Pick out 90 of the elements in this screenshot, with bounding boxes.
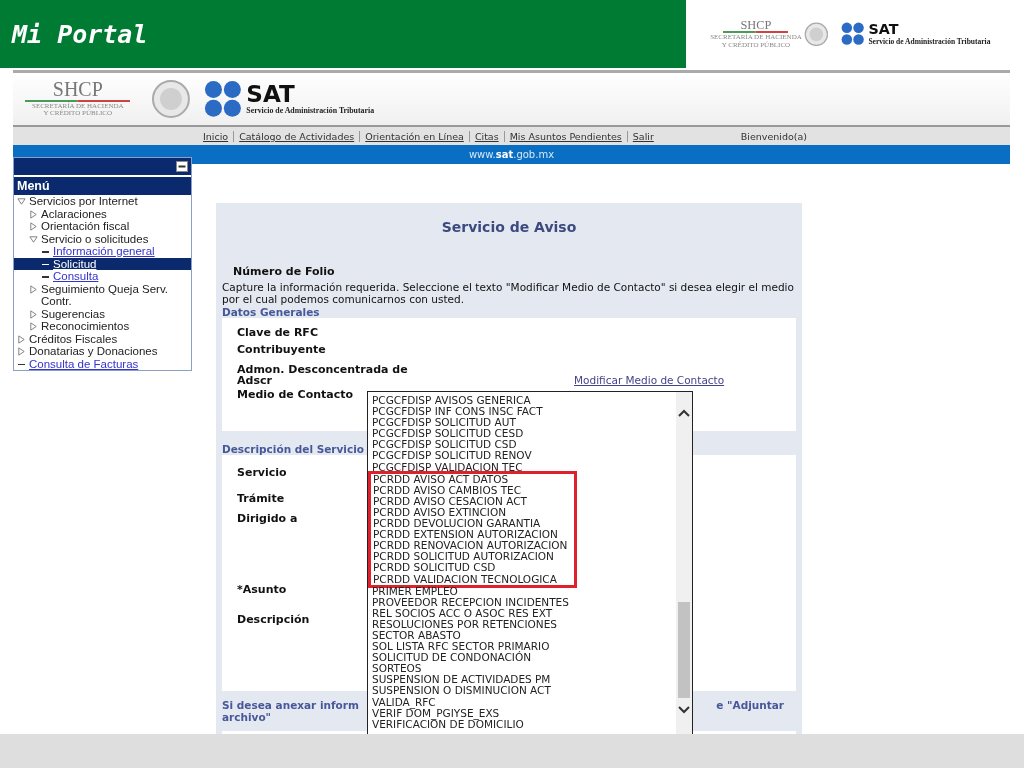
attach-note: e "Adjuntar <box>716 699 784 711</box>
slide-title: Mi Portal <box>12 19 148 49</box>
dropdown-option[interactable]: VERIFICACION DE DOMICILIO <box>370 718 676 730</box>
sat-logo-text: SAT <box>868 22 900 37</box>
dropdown-option[interactable]: SOL LISTA RFC SECTOR PRIMARIO <box>370 641 676 653</box>
seal-icon <box>150 79 191 119</box>
field-label: Admon. Desconcentrada de Adscr <box>237 364 408 386</box>
stripe-icon <box>723 31 789 34</box>
contact-link[interactable]: Modificar Medio de Contacto <box>574 374 725 386</box>
dropdown-option[interactable]: PCRDD VALIDACION TECNOLOGICA <box>371 573 574 585</box>
dash-icon <box>42 276 49 278</box>
collapse-icon[interactable] <box>176 161 188 172</box>
greeting-text: Bienvenido(a) <box>740 130 808 142</box>
menu-item[interactable]: Consulta <box>14 270 191 283</box>
field-label: Descripción <box>237 614 310 625</box>
menu-item[interactable]: Orientación fiscal <box>14 220 191 233</box>
sat-logo-icon <box>204 80 243 118</box>
dropdown-option[interactable]: PCGCFDISP SOLICITUD RENOV <box>370 450 676 462</box>
dash-icon <box>42 263 49 265</box>
scroll-down-icon[interactable] <box>677 705 691 715</box>
nav-link[interactable]: Citas <box>469 130 505 142</box>
menu-item[interactable]: Servicio o solicitudes <box>14 232 191 245</box>
field-label: Dirigido a <box>237 513 298 524</box>
attach-note: Si desea anexar inform archivo" <box>222 699 359 723</box>
scrollbar[interactable] <box>676 392 692 734</box>
menu-item[interactable]: Créditos Fiscales <box>14 332 191 345</box>
dropdown-option[interactable]: PCGCFDISP SOLICITUD CSD <box>370 439 676 451</box>
nav-link[interactable]: Catálogo de Actividades <box>234 130 361 142</box>
shcp-logo-text: SHCP <box>740 18 772 31</box>
menu-title: Menú <box>14 175 191 195</box>
dropdown-option[interactable]: VERIF DOM_PGIYSE_EXS <box>370 707 676 719</box>
menu-item[interactable]: Sugerencias <box>14 307 191 320</box>
shcp-logo-text: SHCP <box>52 79 103 100</box>
menu-item[interactable]: Consulta de Facturas <box>14 357 191 370</box>
field-label: Medio de Contacto <box>237 389 354 400</box>
stripe-icon <box>25 99 131 103</box>
scroll-up-icon[interactable] <box>677 408 691 418</box>
field-label: *Asunto <box>237 584 287 595</box>
menu-item[interactable]: Solicitud <box>14 257 191 270</box>
field-label: Clave de RFC <box>237 327 318 338</box>
dash-icon <box>42 251 49 253</box>
dropdown-option[interactable]: REL SOCIOS ACC O ASOC RES EXT <box>370 607 676 619</box>
dropdown-option[interactable]: SUSPENSION DE ACTIVIDADES PM <box>370 674 676 686</box>
dropdown-option[interactable]: PCGCFDISP AVISOS GENERICA <box>370 395 676 407</box>
menu-item[interactable]: Información general <box>14 245 191 258</box>
dropdown-list[interactable] <box>367 391 693 734</box>
menu-item[interactable]: Aclaraciones <box>14 207 191 220</box>
seal-icon <box>804 21 830 47</box>
nav-link[interactable]: Inicio <box>198 130 235 142</box>
dropdown-option[interactable]: PCGCFDISP SOLICITUD CESD <box>370 428 676 440</box>
section-heading: Datos Generales <box>222 306 320 318</box>
dropdown-option[interactable]: PCRDD EXTENSION AUTORIZACION <box>371 529 574 541</box>
dropdown-option[interactable]: PCGCFDISP SOLICITUD AUT <box>370 417 676 429</box>
sat-logo-text: SAT <box>246 82 296 107</box>
folio-label: Número de Folio <box>233 265 336 278</box>
menu-item[interactable]: Donatarias y Donaciones <box>14 345 191 358</box>
sat-logo-icon <box>841 22 865 46</box>
dash-icon <box>18 363 25 365</box>
dropdown-option[interactable]: PCRDD AVISO EXTINCION <box>371 506 574 519</box>
dropdown-option[interactable]: PCRDD AVISO ACT DATOS <box>371 473 574 485</box>
dropdown-option[interactable]: SECTOR ABASTO <box>370 629 676 642</box>
menu-item[interactable]: Reconocimientos <box>14 320 191 333</box>
menu-item[interactable]: Servicios por Internet <box>14 195 191 208</box>
dropdown-option[interactable]: PCRDD AVISO CAMBIOS TEC <box>371 484 574 496</box>
dropdown-option[interactable]: PCRDD SOLICITUD CSD <box>371 562 574 574</box>
dropdown-option[interactable]: PCRDD DEVOLUCION GARANTIA <box>371 518 574 530</box>
dropdown-option[interactable]: PCGCFDISP INF CONS INSC FACT <box>370 406 676 418</box>
dropdown-option[interactable]: PCRDD RENOVACION AUTORIZACION <box>371 540 574 552</box>
dropdown-option[interactable]: SORTEOS <box>370 663 676 675</box>
dropdown-option[interactable]: PCGCFDISP VALIDACION TEC <box>370 461 676 473</box>
dropdown-option[interactable]: PROVEEDOR RECEPCION INCIDENTES <box>370 596 676 608</box>
site-url: www.sat.gob.mx <box>468 149 555 160</box>
nav-link[interactable]: Salir <box>627 130 659 142</box>
dropdown-option[interactable]: PCRDD SOLICITUD AUTORIZACION <box>371 551 574 563</box>
dropdown-option[interactable]: PRIMER EMPLEO <box>370 585 676 597</box>
scroll-thumb[interactable] <box>678 602 690 698</box>
dropdown-option[interactable]: VALIDA_RFC <box>370 696 676 708</box>
dropdown-option[interactable]: RESOLUCIONES POR RETENCIONES <box>370 618 676 630</box>
dropdown-option[interactable]: PCRDD AVISO CESACION ACT <box>371 495 574 507</box>
dropdown-option[interactable]: SUSPENSION O DISMINUCION ACT <box>370 685 676 697</box>
nav-link[interactable]: Mis Asuntos Pendientes <box>504 130 628 142</box>
menu-item[interactable]: Seguimiento Queja Serv. Contr. <box>14 282 191 308</box>
dropdown-option[interactable]: SOLICITUD DE CONDONACIÓN <box>370 652 676 664</box>
field-label: Contribuyente <box>237 344 326 355</box>
form-title: Servicio de Aviso <box>440 219 578 235</box>
section-heading: Descripción del Servicio <box>222 443 364 455</box>
nav-link[interactable]: Orientación en Línea <box>360 130 470 142</box>
instructions-text: Capture la información requerida. Seleccione el texto "Modificar Medio de Contacto" si desea elegir el medio por el cual podemos comunicarnos con usted. <box>222 281 795 305</box>
field-label: Trámite <box>237 493 285 504</box>
field-label: Servicio <box>237 467 287 478</box>
